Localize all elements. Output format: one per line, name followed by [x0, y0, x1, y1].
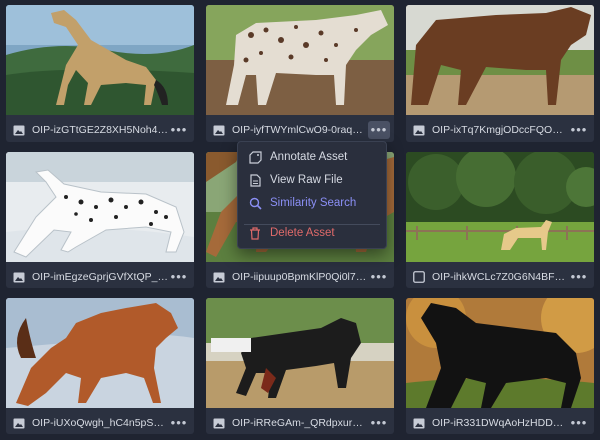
asset-filename: OIP-iUXoQwgh_hC4n5pScju... — [32, 417, 168, 429]
asset-card[interactable]: OIP-iR331DWqAoHzHDD3pP... ••• — [406, 298, 594, 434]
asset-card[interactable]: OIP-iRReGAm-_QRdpxurHv8... ••• — [206, 298, 394, 434]
asset-filename: OIP-iR331DWqAoHzHDD3pP... — [432, 417, 568, 429]
more-options-button[interactable]: ••• — [368, 268, 390, 286]
more-options-button[interactable]: ••• — [168, 414, 190, 432]
menu-item-label: Delete Asset — [270, 227, 335, 239]
menu-item-view-raw-file[interactable]: View Raw File — [238, 169, 386, 191]
image-icon — [212, 270, 226, 284]
asset-card[interactable]: OIP-ihkWCLc7Z0G6N4BFbE... ••• — [406, 152, 594, 288]
asset-context-menu: Annotate Asset View Raw File Similarity … — [237, 141, 387, 249]
asset-thumbnail[interactable] — [6, 152, 194, 262]
file-icon — [248, 173, 262, 187]
asset-filename: OIP-ihkWCLc7Z0G6N4BFbE... — [432, 271, 568, 283]
asset-filename: OIP-izGTtGE2Z8XH5Noh4jEj... — [32, 124, 168, 136]
more-options-button[interactable]: ••• — [168, 121, 190, 139]
image-icon — [12, 416, 26, 430]
asset-filename: OIP-iipuup0BpmKlP0Qi0l7C... — [232, 271, 368, 283]
menu-item-label: View Raw File — [270, 174, 343, 186]
asset-thumbnail[interactable] — [206, 298, 394, 408]
menu-item-annotate-asset[interactable]: Annotate Asset — [238, 146, 386, 168]
image-icon — [12, 123, 26, 137]
more-options-button[interactable]: ••• — [368, 121, 390, 139]
asset-filename: OIP-iyfTWYmlCwO9-0raqeAl... — [232, 124, 368, 136]
search-icon — [248, 196, 262, 210]
asset-thumbnail[interactable] — [406, 152, 594, 262]
asset-thumbnail[interactable] — [406, 5, 594, 115]
asset-filename: OIP-imEgzeGprjGVfXtQP_8E... — [32, 271, 168, 283]
asset-thumbnail[interactable] — [406, 298, 594, 408]
asset-card[interactable]: OIP-iyfTWYmlCwO9-0raqeAl... ••• — [206, 5, 394, 142]
asset-card[interactable]: OIP-iUXoQwgh_hC4n5pScju... ••• — [6, 298, 194, 434]
image-icon — [212, 416, 226, 430]
checkbox[interactable] — [412, 270, 426, 284]
asset-thumbnail[interactable] — [6, 298, 194, 408]
asset-thumbnail[interactable] — [6, 5, 194, 115]
menu-item-similarity-search[interactable]: Similarity Search — [238, 192, 386, 214]
asset-card[interactable]: OIP-izGTtGE2Z8XH5Noh4jEj... ••• — [6, 5, 194, 142]
asset-card[interactable]: OIP-imEgzeGprjGVfXtQP_8E... ••• — [6, 152, 194, 288]
more-options-button[interactable]: ••• — [368, 414, 390, 432]
more-options-button[interactable]: ••• — [568, 414, 590, 432]
image-icon — [12, 270, 26, 284]
menu-item-label: Annotate Asset — [270, 151, 348, 163]
more-options-button[interactable]: ••• — [568, 121, 590, 139]
asset-filename: OIP-iRReGAm-_QRdpxurHv8... — [232, 417, 368, 429]
image-icon — [412, 123, 426, 137]
menu-item-delete-asset[interactable]: Delete Asset — [238, 222, 386, 244]
trash-icon — [248, 226, 262, 240]
asset-filename: OIP-ixTq7KmgjODccFQOu9H... — [432, 124, 568, 136]
more-options-button[interactable]: ••• — [568, 268, 590, 286]
menu-item-label: Similarity Search — [270, 197, 357, 209]
image-icon — [212, 123, 226, 137]
tag-icon — [248, 150, 262, 164]
more-options-button[interactable]: ••• — [168, 268, 190, 286]
asset-card[interactable]: OIP-ixTq7KmgjODccFQOu9H... ••• — [406, 5, 594, 142]
image-icon — [412, 416, 426, 430]
asset-thumbnail[interactable] — [206, 5, 394, 115]
